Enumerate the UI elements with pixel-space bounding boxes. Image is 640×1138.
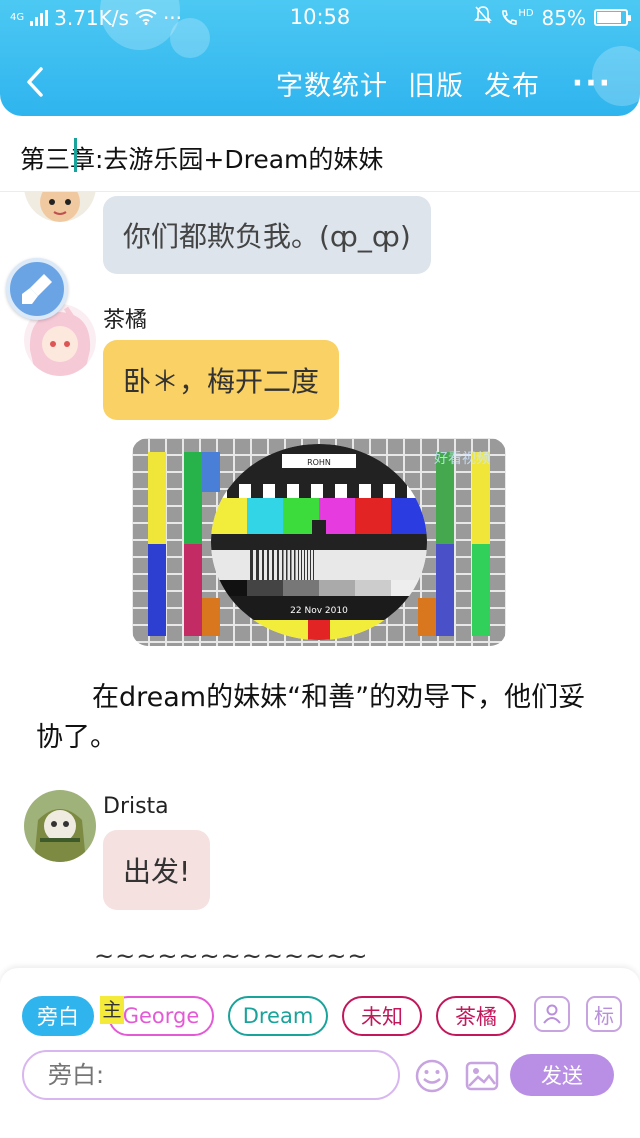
tag-button[interactable]: 标 xyxy=(586,996,622,1032)
role-chip-unknown[interactable]: 未知 xyxy=(342,996,422,1036)
role-chip-dream[interactable]: Dream xyxy=(228,996,328,1036)
avatar-drista[interactable] xyxy=(24,790,96,862)
video-watermark: 好看视频 xyxy=(434,451,490,467)
hd-call-icon: HD xyxy=(500,7,534,27)
chat-bubble[interactable]: 出发! xyxy=(103,830,211,910)
battery-icon xyxy=(594,9,631,26)
composer-panel: 旁白 主 George Dream 未知 茶橘 标 发送 xyxy=(0,968,640,1102)
brush-button[interactable] xyxy=(6,258,68,320)
chapter-title-bar[interactable]: 第三章:去游乐园+Dream的妹妹 xyxy=(0,124,640,192)
emoji-icon[interactable] xyxy=(414,1058,450,1094)
message-input[interactable] xyxy=(22,1050,400,1100)
chat-bubble[interactable]: 卧＊，梅开二度 xyxy=(103,340,340,420)
bottom-safe-area xyxy=(0,1102,640,1138)
nav-bar: 字数统计 旧版 发布 ··· xyxy=(0,54,640,110)
word-count-button[interactable]: 字数统计 xyxy=(276,64,388,103)
text-cursor xyxy=(74,138,77,172)
person-icon xyxy=(543,1004,561,1024)
publish-button[interactable]: 发布 xyxy=(484,64,540,103)
image-icon[interactable] xyxy=(464,1058,500,1094)
chat-area[interactable]: 你们都欺负我。(ȹ_ȹ) 茶橘 卧＊，梅开二度 ROHN 22 Nov 2010… xyxy=(0,192,640,968)
separator-text: ~~~~~~~~~~~~~ xyxy=(94,942,369,968)
silent-bell-icon xyxy=(474,5,493,30)
battery-percent: 85% xyxy=(541,5,586,30)
character-manage-button[interactable] xyxy=(534,996,570,1032)
status-bar: 4G 3.71K/s ··· 10:58 HD 85% xyxy=(0,0,640,36)
role-chip-narrator[interactable]: 旁白 xyxy=(22,996,94,1036)
sender-name: 茶橘 xyxy=(103,308,148,333)
more-menu-icon[interactable]: ··· xyxy=(572,66,612,101)
hd-label: HD xyxy=(518,7,534,19)
app-header: 4G 3.71K/s ··· 10:58 HD 85% 字数统计 旧版 发布 ·… xyxy=(0,0,640,116)
battery-level-fill xyxy=(597,12,621,23)
sender-name: Drista xyxy=(103,794,169,819)
test-card-image[interactable]: ROHN 22 Nov 2010 好看视频 xyxy=(132,438,506,646)
avatar-character-green-hair[interactable] xyxy=(24,192,96,222)
brush-icon xyxy=(22,274,52,304)
back-icon[interactable] xyxy=(22,64,52,100)
role-chip-chaju[interactable]: 茶橘 xyxy=(436,996,516,1036)
card-top-label: ROHN xyxy=(307,458,331,467)
main-role-badge: 主 xyxy=(100,996,124,1024)
chat-bubble[interactable]: 你们都欺负我。(ȹ_ȹ) xyxy=(103,196,431,274)
send-button[interactable]: 发送 xyxy=(510,1054,614,1096)
old-version-button[interactable]: 旧版 xyxy=(408,64,464,103)
narration-text[interactable]: 在dream的妹妹“和善”的劝导下，他们妥协了。 xyxy=(36,678,604,758)
card-date-label: 22 Nov 2010 xyxy=(290,606,348,616)
